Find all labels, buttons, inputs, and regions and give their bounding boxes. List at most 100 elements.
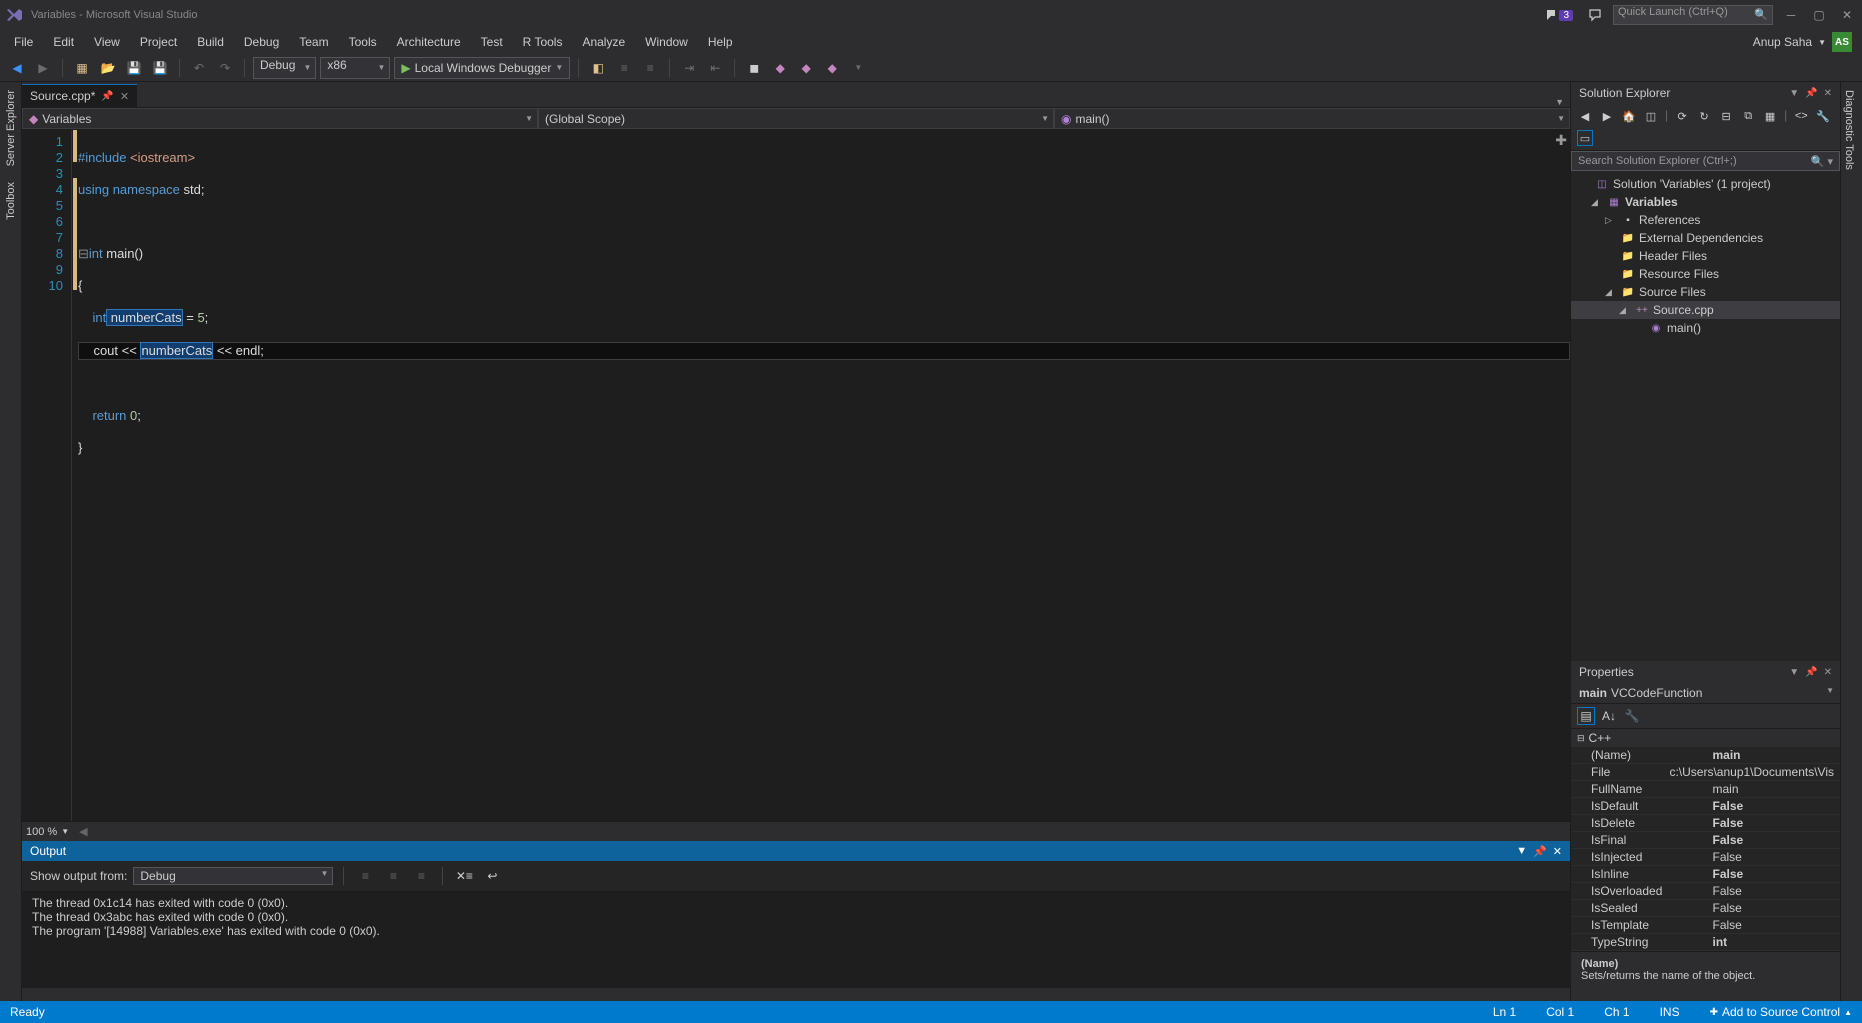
solution-explorer-header[interactable]: Solution Explorer ▼📌✕ xyxy=(1571,82,1840,104)
source-files-node[interactable]: ◢📁Source Files xyxy=(1571,283,1840,301)
undo-button[interactable]: ↶ xyxy=(188,57,210,79)
start-debug-button[interactable]: ▶ Local Windows Debugger ▼ xyxy=(394,57,570,79)
new-project-button[interactable]: ▦ xyxy=(71,57,93,79)
props-row[interactable]: TypeStringint xyxy=(1571,934,1840,951)
config-selector[interactable]: Debug▼ xyxy=(253,57,316,79)
function-node[interactable]: ◉main() xyxy=(1571,319,1840,337)
se-scope-icon[interactable]: ◫ xyxy=(1643,108,1659,124)
props-row[interactable]: (Name)main xyxy=(1571,747,1840,764)
code-editor[interactable]: ✚ 12345678910 #include <iostream> using … xyxy=(22,130,1570,821)
output-source-selector[interactable]: Debug▼ xyxy=(133,867,333,885)
menu-build[interactable]: Build xyxy=(187,32,234,52)
toolbar-customize[interactable]: ▼ xyxy=(847,57,869,79)
save-button[interactable]: 💾 xyxy=(123,57,145,79)
output-btn-c[interactable]: ≡ xyxy=(410,865,432,887)
props-row[interactable]: IsInlineFalse xyxy=(1571,866,1840,883)
output-btn-b[interactable]: ≡ xyxy=(382,865,404,887)
panel-dropdown-icon[interactable]: ▼ xyxy=(1516,845,1527,858)
word-wrap-button[interactable]: ↩ xyxy=(481,865,503,887)
toolbar-btn-g[interactable]: ◆ xyxy=(769,57,791,79)
diagnostic-tools-tab[interactable]: Diagnostic Tools xyxy=(1841,82,1857,178)
output-text[interactable]: The thread 0x1c14 has exited with code 0… xyxy=(22,892,1570,987)
se-home-icon[interactable]: 🏠 xyxy=(1621,108,1637,124)
external-deps-node[interactable]: 📁External Dependencies xyxy=(1571,229,1840,247)
zoom-level[interactable]: 100 % xyxy=(26,826,57,838)
open-file-button[interactable]: 📂 xyxy=(97,57,119,79)
menu-analyze[interactable]: Analyze xyxy=(572,32,635,52)
props-row[interactable]: IsSealedFalse xyxy=(1571,900,1840,917)
menu-rtools[interactable]: R Tools xyxy=(513,32,573,52)
pin-icon[interactable]: 📌 xyxy=(1533,845,1547,858)
close-tab-icon[interactable]: ✕ xyxy=(120,90,129,103)
pin-icon[interactable]: 📌 xyxy=(101,91,113,102)
scope-function[interactable]: ◉main()▼ xyxy=(1054,108,1570,129)
tabs-dropdown[interactable]: ▼ xyxy=(1555,97,1564,107)
props-pages-icon[interactable]: 🔧 xyxy=(1623,707,1641,725)
menu-architecture[interactable]: Architecture xyxy=(387,32,471,52)
references-node[interactable]: ▷▪References xyxy=(1571,211,1840,229)
platform-selector[interactable]: x86▼ xyxy=(320,57,390,79)
props-row[interactable]: IsDeleteFalse xyxy=(1571,815,1840,832)
toolbar-btn-b[interactable]: ≡ xyxy=(613,57,635,79)
pin-icon[interactable]: 📌 xyxy=(1805,667,1817,678)
se-showall-icon[interactable]: ▦ xyxy=(1762,108,1778,124)
hscroll-left[interactable]: ◀ xyxy=(79,825,87,838)
toolbar-btn-d[interactable]: ⇥ xyxy=(678,57,700,79)
menu-team[interactable]: Team xyxy=(289,32,338,52)
menu-debug[interactable]: Debug xyxy=(234,32,289,52)
properties-object-selector[interactable]: mainVCCodeFunction▼ xyxy=(1571,683,1840,704)
menu-window[interactable]: Window xyxy=(635,32,698,52)
server-explorer-tab[interactable]: Server Explorer xyxy=(3,82,19,174)
panel-dropdown-icon[interactable]: ▼ xyxy=(1789,667,1799,678)
props-row[interactable]: IsTemplateFalse xyxy=(1571,917,1840,934)
se-collapse-icon[interactable]: ⊟ xyxy=(1718,108,1734,124)
add-source-control[interactable]: ✚Add to Source Control▲ xyxy=(1710,1005,1852,1019)
se-code-icon[interactable]: <> xyxy=(1793,108,1809,124)
se-fwd-icon[interactable]: ▶ xyxy=(1599,108,1615,124)
toolbar-btn-e[interactable]: ⇤ xyxy=(704,57,726,79)
menu-project[interactable]: Project xyxy=(130,32,187,52)
menu-edit[interactable]: Edit xyxy=(43,32,84,52)
se-search-input[interactable]: Search Solution Explorer (Ctrl+;) 🔍 ▾ xyxy=(1571,151,1840,171)
toolbox-tab[interactable]: Toolbox xyxy=(3,174,19,228)
chevron-down-icon[interactable]: ▼ xyxy=(61,827,69,836)
redo-button[interactable]: ↷ xyxy=(214,57,236,79)
source-file-node[interactable]: ◢++Source.cpp xyxy=(1571,301,1840,319)
notification-flag[interactable]: 3 xyxy=(1541,7,1577,23)
menu-tools[interactable]: Tools xyxy=(339,32,387,52)
props-row[interactable]: IsInjectedFalse xyxy=(1571,849,1840,866)
status-char[interactable]: Ch 1 xyxy=(1604,1005,1629,1019)
scope-project[interactable]: ◆Variables▼ xyxy=(22,108,538,129)
panel-dropdown-icon[interactable]: ▼ xyxy=(1789,88,1799,99)
user-menu[interactable]: Anup Saha▼ AS xyxy=(1747,32,1858,52)
props-row[interactable]: IsDefaultFalse xyxy=(1571,798,1840,815)
status-col[interactable]: Col 1 xyxy=(1546,1005,1574,1019)
props-category[interactable]: ⊟C++ xyxy=(1571,729,1840,747)
doc-tab-source[interactable]: Source.cpp* 📌 ✕ xyxy=(22,84,137,107)
minimize-button[interactable]: ─ xyxy=(1781,5,1801,25)
menu-file[interactable]: File xyxy=(4,32,43,52)
alphabetical-icon[interactable]: A↓ xyxy=(1600,707,1618,725)
menu-help[interactable]: Help xyxy=(698,32,743,52)
maximize-button[interactable]: ▢ xyxy=(1809,5,1829,25)
toolbar-btn-f[interactable]: ◼ xyxy=(743,57,765,79)
menu-test[interactable]: Test xyxy=(471,32,513,52)
pin-icon[interactable]: 📌 xyxy=(1805,88,1817,99)
nav-fwd-button[interactable]: ▶ xyxy=(32,57,54,79)
output-btn-a[interactable]: ≡ xyxy=(354,865,376,887)
props-row[interactable]: FullNamemain xyxy=(1571,781,1840,798)
output-title-bar[interactable]: Output ▼ 📌 ✕ xyxy=(22,841,1570,861)
close-icon[interactable]: ✕ xyxy=(1824,667,1832,678)
status-line[interactable]: Ln 1 xyxy=(1493,1005,1516,1019)
se-preview-icon[interactable]: ▭ xyxy=(1577,130,1593,146)
properties-header[interactable]: Properties ▼📌✕ xyxy=(1571,661,1840,683)
feedback-icon[interactable] xyxy=(1585,5,1605,25)
se-refresh-icon[interactable]: ↻ xyxy=(1696,108,1712,124)
save-all-button[interactable]: 💾 xyxy=(149,57,171,79)
se-copy-icon[interactable]: ⧉ xyxy=(1740,108,1756,124)
toolbar-btn-i[interactable]: ◆ xyxy=(821,57,843,79)
toolbar-btn-a[interactable]: ◧ xyxy=(587,57,609,79)
solution-tree[interactable]: ◫Solution 'Variables' (1 project) ◢▦Vari… xyxy=(1571,171,1840,661)
scope-namespace[interactable]: (Global Scope)▼ xyxy=(538,108,1054,129)
se-sync-icon[interactable]: ⟳ xyxy=(1674,108,1690,124)
